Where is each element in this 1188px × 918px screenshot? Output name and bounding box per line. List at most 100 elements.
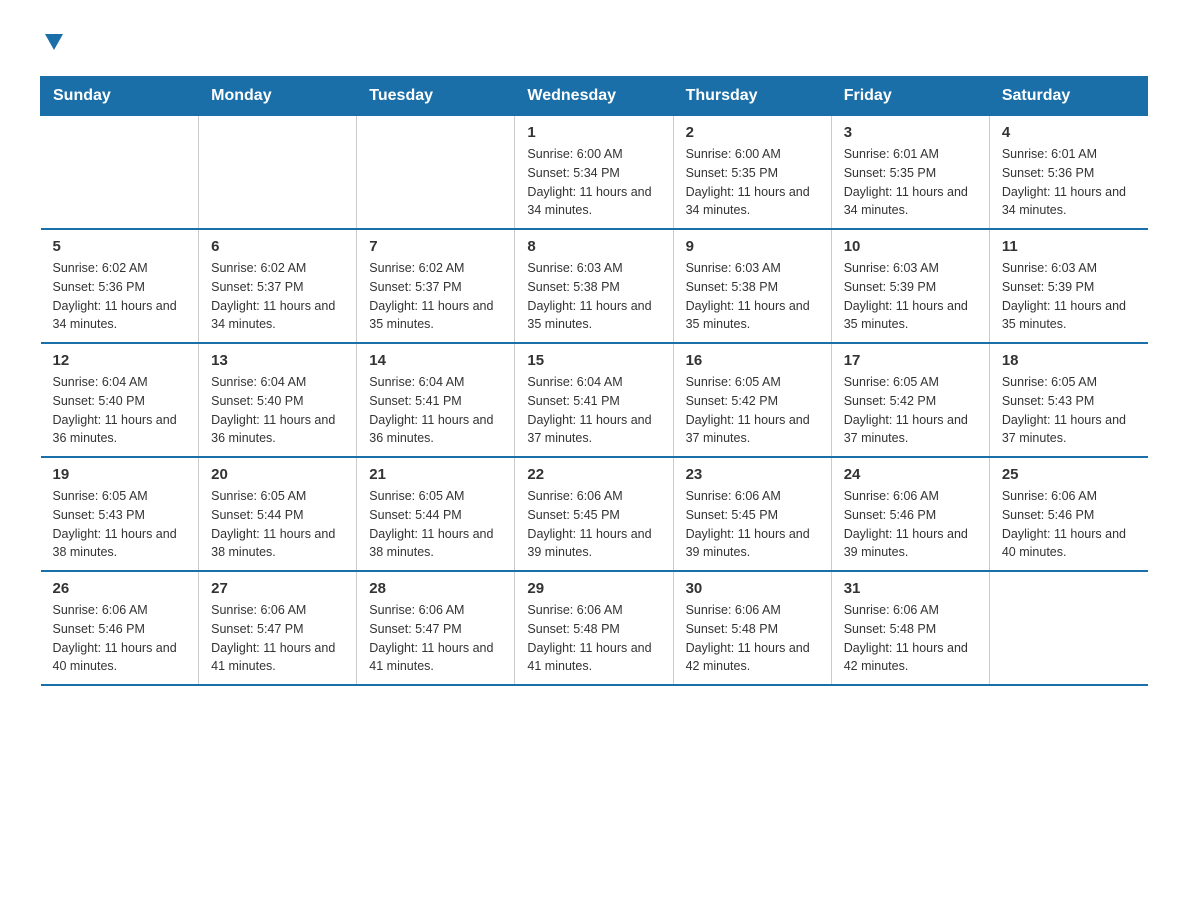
day-info: Sunrise: 6:06 AM Sunset: 5:46 PM Dayligh…	[844, 487, 977, 562]
calendar-week-row: 1 Sunrise: 6:00 AM Sunset: 5:34 PM Daylig…	[41, 116, 1148, 230]
calendar-cell: 8 Sunrise: 6:03 AM Sunset: 5:38 PM Daylig…	[515, 229, 673, 343]
calendar-cell: 26 Sunrise: 6:06 AM Sunset: 5:46 PM Dayli…	[41, 571, 199, 685]
calendar-cell: 17 Sunrise: 6:05 AM Sunset: 5:42 PM Dayli…	[831, 343, 989, 457]
day-number: 2	[686, 124, 819, 141]
calendar-cell: 27 Sunrise: 6:06 AM Sunset: 5:47 PM Dayli…	[199, 571, 357, 685]
day-number: 13	[211, 352, 344, 369]
day-number: 8	[527, 238, 660, 255]
day-info: Sunrise: 6:06 AM Sunset: 5:47 PM Dayligh…	[211, 601, 344, 676]
day-number: 7	[369, 238, 502, 255]
calendar-cell: 16 Sunrise: 6:05 AM Sunset: 5:42 PM Dayli…	[673, 343, 831, 457]
calendar-cell: 6Sunrise: 6:02 AM Sunset: 5:37 PM Daylig…	[199, 229, 357, 343]
day-info: Sunrise: 6:00 AM Sunset: 5:35 PM Dayligh…	[686, 145, 819, 220]
day-info: Sunrise: 6:06 AM Sunset: 5:48 PM Dayligh…	[844, 601, 977, 676]
day-info: Sunrise: 6:05 AM Sunset: 5:43 PM Dayligh…	[1002, 373, 1136, 448]
day-info: Sunrise: 6:06 AM Sunset: 5:45 PM Dayligh…	[686, 487, 819, 562]
day-number: 27	[211, 580, 344, 597]
calendar-cell	[357, 116, 515, 230]
day-info: Sunrise: 6:05 AM Sunset: 5:44 PM Dayligh…	[369, 487, 502, 562]
day-info: Sunrise: 6:04 AM Sunset: 5:41 PM Dayligh…	[527, 373, 660, 448]
day-number: 26	[53, 580, 187, 597]
calendar-cell: 25 Sunrise: 6:06 AM Sunset: 5:46 PM Dayli…	[989, 457, 1147, 571]
day-info: Sunrise: 6:03 AM Sunset: 5:39 PM Dayligh…	[1002, 259, 1136, 334]
calendar-week-row: 5 Sunrise: 6:02 AM Sunset: 5:36 PM Daylig…	[41, 229, 1148, 343]
calendar-cell: 14 Sunrise: 6:04 AM Sunset: 5:41 PM Dayli…	[357, 343, 515, 457]
day-number: 28	[369, 580, 502, 597]
logo	[40, 30, 65, 56]
day-info: Sunrise: 6:05 AM Sunset: 5:44 PM Dayligh…	[211, 487, 344, 562]
calendar-cell: 11 Sunrise: 6:03 AM Sunset: 5:39 PM Dayli…	[989, 229, 1147, 343]
day-info: Sunrise: 6:06 AM Sunset: 5:48 PM Dayligh…	[527, 601, 660, 676]
calendar-cell: 29 Sunrise: 6:06 AM Sunset: 5:48 PM Dayli…	[515, 571, 673, 685]
page-header	[40, 30, 1148, 56]
col-header-monday: Monday	[199, 77, 357, 116]
day-info: Sunrise: 6:02 AM Sunset: 5:36 PM Dayligh…	[53, 259, 187, 334]
calendar-cell: 18 Sunrise: 6:05 AM Sunset: 5:43 PM Dayli…	[989, 343, 1147, 457]
day-info: Sunrise: 6:05 AM Sunset: 5:42 PM Dayligh…	[844, 373, 977, 448]
col-header-friday: Friday	[831, 77, 989, 116]
day-number: 15	[527, 352, 660, 369]
day-info: Sunrise: 6:05 AM Sunset: 5:43 PM Dayligh…	[53, 487, 187, 562]
day-info: Sunrise: 6:00 AM Sunset: 5:34 PM Dayligh…	[527, 145, 660, 220]
calendar-cell: 22Sunrise: 6:06 AM Sunset: 5:45 PM Dayli…	[515, 457, 673, 571]
day-info: Sunrise: 6:04 AM Sunset: 5:41 PM Dayligh…	[369, 373, 502, 448]
calendar-cell: 5 Sunrise: 6:02 AM Sunset: 5:36 PM Daylig…	[41, 229, 199, 343]
day-number: 9	[686, 238, 819, 255]
day-number: 17	[844, 352, 977, 369]
day-info: Sunrise: 6:06 AM Sunset: 5:48 PM Dayligh…	[686, 601, 819, 676]
day-info: Sunrise: 6:03 AM Sunset: 5:38 PM Dayligh…	[686, 259, 819, 334]
day-number: 22	[527, 466, 660, 483]
calendar-cell: 10 Sunrise: 6:03 AM Sunset: 5:39 PM Dayli…	[831, 229, 989, 343]
calendar-cell: 15 Sunrise: 6:04 AM Sunset: 5:41 PM Dayli…	[515, 343, 673, 457]
calendar-cell: 3Sunrise: 6:01 AM Sunset: 5:35 PM Daylig…	[831, 116, 989, 230]
logo-triangle-icon	[43, 32, 65, 52]
day-info: Sunrise: 6:03 AM Sunset: 5:38 PM Dayligh…	[527, 259, 660, 334]
col-header-thursday: Thursday	[673, 77, 831, 116]
calendar-cell: 19 Sunrise: 6:05 AM Sunset: 5:43 PM Dayli…	[41, 457, 199, 571]
day-number: 31	[844, 580, 977, 597]
col-header-saturday: Saturday	[989, 77, 1147, 116]
calendar-cell: 21 Sunrise: 6:05 AM Sunset: 5:44 PM Dayli…	[357, 457, 515, 571]
calendar-cell: 1 Sunrise: 6:00 AM Sunset: 5:34 PM Daylig…	[515, 116, 673, 230]
calendar-cell: 24 Sunrise: 6:06 AM Sunset: 5:46 PM Dayli…	[831, 457, 989, 571]
day-info: Sunrise: 6:01 AM Sunset: 5:35 PM Dayligh…	[844, 145, 977, 220]
day-number: 16	[686, 352, 819, 369]
calendar-cell: 4 Sunrise: 6:01 AM Sunset: 5:36 PM Daylig…	[989, 116, 1147, 230]
day-info: Sunrise: 6:05 AM Sunset: 5:42 PM Dayligh…	[686, 373, 819, 448]
day-number: 30	[686, 580, 819, 597]
day-number: 14	[369, 352, 502, 369]
day-info: Sunrise: 6:01 AM Sunset: 5:36 PM Dayligh…	[1002, 145, 1136, 220]
day-info: Sunrise: 6:06 AM Sunset: 5:46 PM Dayligh…	[53, 601, 187, 676]
col-header-wednesday: Wednesday	[515, 77, 673, 116]
day-number: 21	[369, 466, 502, 483]
calendar-cell: 12 Sunrise: 6:04 AM Sunset: 5:40 PM Dayli…	[41, 343, 199, 457]
day-info: Sunrise: 6:06 AM Sunset: 5:47 PM Dayligh…	[369, 601, 502, 676]
calendar-cell: 2 Sunrise: 6:00 AM Sunset: 5:35 PM Daylig…	[673, 116, 831, 230]
day-number: 29	[527, 580, 660, 597]
day-number: 11	[1002, 238, 1136, 255]
calendar-cell: 30 Sunrise: 6:06 AM Sunset: 5:48 PM Dayli…	[673, 571, 831, 685]
calendar-cell: 23Sunrise: 6:06 AM Sunset: 5:45 PM Dayli…	[673, 457, 831, 571]
day-number: 1	[527, 124, 660, 141]
day-number: 5	[53, 238, 187, 255]
calendar-cell	[989, 571, 1147, 685]
calendar-cell: 9 Sunrise: 6:03 AM Sunset: 5:38 PM Daylig…	[673, 229, 831, 343]
day-number: 12	[53, 352, 187, 369]
calendar-cell	[41, 116, 199, 230]
day-number: 4	[1002, 124, 1136, 141]
day-number: 20	[211, 466, 344, 483]
day-info: Sunrise: 6:02 AM Sunset: 5:37 PM Dayligh…	[211, 259, 344, 334]
day-info: Sunrise: 6:02 AM Sunset: 5:37 PM Dayligh…	[369, 259, 502, 334]
calendar-week-row: 26 Sunrise: 6:06 AM Sunset: 5:46 PM Dayli…	[41, 571, 1148, 685]
day-number: 10	[844, 238, 977, 255]
day-number: 24	[844, 466, 977, 483]
day-number: 19	[53, 466, 187, 483]
day-info: Sunrise: 6:03 AM Sunset: 5:39 PM Dayligh…	[844, 259, 977, 334]
day-info: Sunrise: 6:06 AM Sunset: 5:46 PM Dayligh…	[1002, 487, 1136, 562]
day-number: 25	[1002, 466, 1136, 483]
day-number: 18	[1002, 352, 1136, 369]
day-info: Sunrise: 6:04 AM Sunset: 5:40 PM Dayligh…	[53, 373, 187, 448]
calendar-week-row: 19 Sunrise: 6:05 AM Sunset: 5:43 PM Dayli…	[41, 457, 1148, 571]
calendar-table: SundayMondayTuesdayWednesdayThursdayFrid…	[40, 76, 1148, 686]
calendar-cell: 31 Sunrise: 6:06 AM Sunset: 5:48 PM Dayli…	[831, 571, 989, 685]
